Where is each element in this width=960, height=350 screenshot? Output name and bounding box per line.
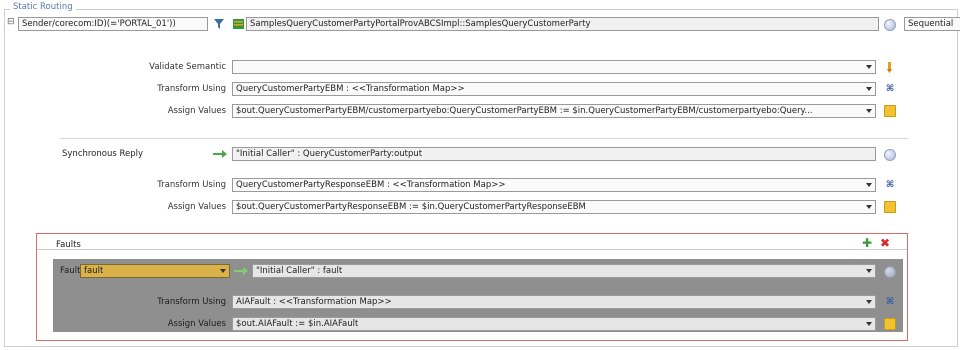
chevron-down-icon — [220, 269, 226, 273]
route-collapse-toggle[interactable]: ⊟ — [7, 17, 17, 29]
filter-icon[interactable] — [213, 18, 225, 30]
fault-assign-edit-icon[interactable] — [884, 318, 896, 330]
chevron-down-icon — [866, 269, 872, 273]
fault-select[interactable]: fault — [80, 264, 230, 278]
fault-arrow-icon — [233, 265, 249, 277]
reply-transform-label: Transform Using — [157, 180, 226, 190]
fault-label: Fault — [60, 266, 81, 276]
validate-semantic-edit-icon[interactable] — [884, 61, 896, 73]
fault-transform-label: Transform Using — [157, 297, 226, 307]
validate-semantic-select[interactable] — [232, 60, 876, 74]
chevron-down-icon — [866, 183, 872, 187]
faults-header — [37, 238, 907, 250]
fault-assign-select[interactable]: $out.AIAFault := $in.AIAFault — [232, 317, 876, 331]
reply-transform-mapper-icon[interactable]: ⌘ — [884, 179, 896, 191]
request-transform-select[interactable]: QueryCustomerPartyEBM : <<Transformation… — [232, 82, 876, 96]
fault-target-select[interactable]: "Initial Caller" : fault — [252, 264, 876, 278]
validate-semantic-label: Validate Semantic — [149, 62, 226, 72]
route-target-browse-icon[interactable] — [884, 19, 896, 31]
reply-arrow-icon — [212, 148, 228, 160]
chevron-down-icon — [866, 87, 872, 91]
chevron-down-icon — [866, 109, 872, 113]
route-target-service-field[interactable]: SamplesQueryCustomerPartyPortalProvABCSI… — [246, 17, 879, 31]
chevron-down-icon — [866, 300, 872, 304]
reply-target-browse-icon[interactable] — [884, 149, 896, 161]
request-assign-select[interactable]: $out.QueryCustomerPartyEBM/customerparty… — [232, 104, 876, 118]
add-fault-icon[interactable]: ✚ — [862, 236, 872, 250]
request-assign-label: Assign Values — [167, 106, 226, 116]
chevron-down-icon — [866, 205, 872, 209]
request-transform-mapper-icon[interactable]: ⌘ — [884, 83, 896, 95]
synchronous-reply-label: Synchronous Reply — [62, 149, 144, 159]
reply-transform-select[interactable]: QueryCustomerPartyResponseEBM : <<Transf… — [232, 178, 876, 192]
request-transform-label: Transform Using — [157, 84, 226, 94]
reply-assign-select[interactable]: $out.QueryCustomerPartyResponseEBM := $i… — [232, 200, 876, 214]
fault-target-browse-icon[interactable] — [884, 266, 896, 278]
faults-title: Faults — [56, 240, 81, 250]
reply-assign-edit-icon[interactable] — [884, 201, 896, 213]
section-divider — [60, 138, 908, 139]
chevron-down-icon — [866, 65, 872, 69]
routing-mode-field[interactable]: Sequential — [904, 17, 960, 31]
service-icon — [232, 18, 244, 30]
fault-transform-mapper-icon[interactable]: ⌘ — [884, 296, 896, 308]
routing-condition-field[interactable]: Sender/corecom:ID)(='PORTAL_01')) — [18, 17, 208, 31]
fault-assign-label: Assign Values — [167, 319, 226, 329]
fault-transform-select[interactable]: AIAFault : <<Transformation Map>> — [232, 295, 876, 309]
reply-assign-label: Assign Values — [167, 202, 226, 212]
static-routing-legend: Static Routing — [10, 2, 76, 12]
reply-target-field[interactable]: "Initial Caller" : QueryCustomerParty:ou… — [232, 147, 876, 161]
request-assign-edit-icon[interactable] — [884, 105, 896, 117]
delete-fault-icon[interactable]: ✖ — [880, 236, 890, 250]
chevron-down-icon — [866, 322, 872, 326]
